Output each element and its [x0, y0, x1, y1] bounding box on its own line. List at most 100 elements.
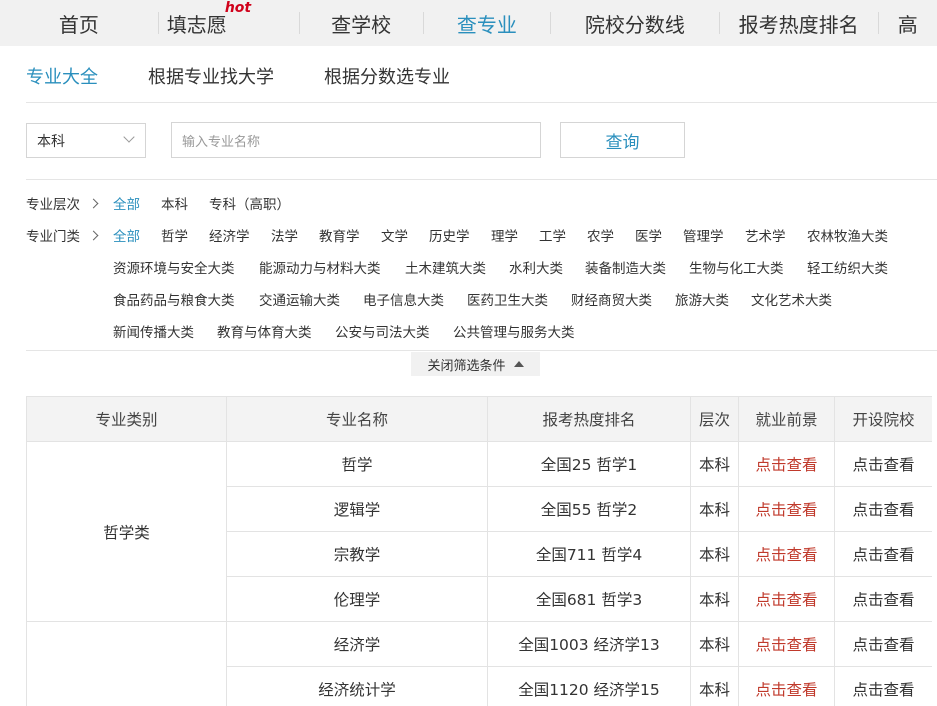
- col-header-employment-prospect: 就业前景: [738, 396, 835, 442]
- filter-category-option[interactable]: 教育与体育大类: [217, 321, 312, 341]
- major-name-cell[interactable]: 哲学: [226, 441, 488, 487]
- divider: [26, 102, 937, 103]
- filter-category-option[interactable]: 艺术学: [745, 225, 786, 245]
- filter-category-option[interactable]: 文化艺术大类: [751, 289, 832, 309]
- filter-level-label: 专业层次: [26, 193, 116, 213]
- filter-label-text: 专业门类: [26, 229, 80, 245]
- tab-select-major-by-score[interactable]: 根据分数选专业: [324, 58, 450, 102]
- nav-item-home[interactable]: 首页: [0, 0, 158, 46]
- tab-find-university-by-major[interactable]: 根据专业找大学: [148, 58, 274, 102]
- query-button[interactable]: 查询: [560, 122, 685, 158]
- filter-category-option[interactable]: 财经商贸大类: [571, 289, 652, 309]
- filter-category-option[interactable]: 哲学: [161, 225, 188, 245]
- col-header-category: 专业类别: [26, 396, 227, 442]
- prospect-link[interactable]: 点击查看: [738, 531, 835, 577]
- chevron-down-icon: [123, 131, 135, 143]
- filter-category-option[interactable]: 文学: [381, 225, 408, 245]
- collapse-filters-button[interactable]: 关闭筛选条件: [411, 352, 540, 376]
- majors-table-wrap: 专业类别 专业名称 报考热度排名 层次 就业前景 开设院校 哲学类 哲学 全国2…: [26, 396, 932, 706]
- prospect-link[interactable]: 点击查看: [738, 441, 835, 487]
- nav-label: 首页: [58, 12, 99, 37]
- schools-link[interactable]: 点击查看: [834, 621, 932, 667]
- level-cell: 本科: [690, 666, 739, 706]
- nav-item-score-lines[interactable]: 院校分数线: [551, 0, 719, 46]
- col-header-level: 层次: [690, 396, 739, 442]
- filter-category-option[interactable]: 理学: [491, 225, 518, 245]
- filter-category-option[interactable]: 公共管理与服务大类: [453, 321, 575, 341]
- major-name-cell[interactable]: 宗教学: [226, 531, 488, 577]
- rank-cell: 全国1120 经济学15: [487, 666, 691, 706]
- nav-label: 院校分数线: [584, 12, 685, 37]
- filter-category-option[interactable]: 食品药品与粮食大类: [113, 289, 235, 309]
- major-name-cell[interactable]: 逻辑学: [226, 486, 488, 532]
- filter-category-option[interactable]: 管理学: [683, 225, 724, 245]
- nav-label: 查专业: [456, 12, 517, 37]
- schools-link[interactable]: 点击查看: [834, 441, 932, 487]
- filter-category-option[interactable]: 资源环境与安全大类: [113, 257, 235, 277]
- filter-category-option[interactable]: 能源动力与材料大类: [259, 257, 381, 277]
- majors-table: 专业类别 专业名称 报考热度排名 层次 就业前景 开设院校 哲学类 哲学 全国2…: [26, 396, 932, 706]
- filter-category-option[interactable]: 土木建筑大类: [405, 257, 486, 277]
- nav-item-schools[interactable]: 查学校: [300, 0, 423, 46]
- sub-tabs: 专业大全 根据专业找大学 根据分数选专业: [26, 58, 500, 102]
- major-name-cell[interactable]: 伦理学: [226, 576, 488, 622]
- rank-cell: 全国681 哲学3: [487, 576, 691, 622]
- table-header-row: 专业类别 专业名称 报考热度排名 层次 就业前景 开设院校: [26, 396, 932, 442]
- prospect-link[interactable]: 点击查看: [738, 576, 835, 622]
- nav-item-majors[interactable]: 查专业: [424, 0, 551, 46]
- hot-badge: hot: [224, 0, 252, 16]
- prospect-link[interactable]: 点击查看: [738, 486, 835, 532]
- nav-label: 填志愿: [166, 12, 227, 37]
- filter-category-option[interactable]: 装备制造大类: [585, 257, 666, 277]
- schools-link[interactable]: 点击查看: [834, 486, 932, 532]
- nav-item-fill-application[interactable]: 填志愿 hot: [159, 0, 251, 46]
- filter-level-row: 专业层次 全部 本科 专科（高职）: [26, 193, 937, 213]
- schools-link[interactable]: 点击查看: [834, 576, 932, 622]
- filter-category-option[interactable]: 农学: [587, 225, 614, 245]
- filter-category-option[interactable]: 交通运输大类: [259, 289, 340, 309]
- level-select[interactable]: 本科: [26, 123, 146, 158]
- filter-category-option[interactable]: 公安与司法大类: [335, 321, 430, 341]
- search-placeholder: 输入专业名称: [182, 134, 261, 150]
- level-select-value: 本科: [37, 133, 65, 150]
- divider: [26, 350, 937, 351]
- table-row: 哲学类 哲学 全国25 哲学1 本科 点击查看 点击查看: [26, 441, 932, 622]
- rank-cell: 全国711 哲学4: [487, 531, 691, 577]
- filter-category-option[interactable]: 新闻传播大类: [113, 321, 194, 341]
- filter-category-option[interactable]: 教育学: [319, 225, 360, 245]
- nav-label: 报考热度排名: [738, 12, 859, 37]
- major-search-input[interactable]: 输入专业名称: [171, 122, 541, 158]
- filter-category-option[interactable]: 医药卫生大类: [467, 289, 548, 309]
- schools-link[interactable]: 点击查看: [834, 666, 932, 706]
- tab-all-majors[interactable]: 专业大全: [26, 58, 98, 102]
- filter-category-option[interactable]: 生物与化工大类: [689, 257, 784, 277]
- filter-category-option[interactable]: 轻工纺织大类: [807, 257, 888, 277]
- major-name-cell[interactable]: 经济学: [226, 621, 488, 667]
- rank-cell: 全国55 哲学2: [487, 486, 691, 532]
- filter-category-option[interactable]: 农林牧渔大类: [807, 225, 888, 245]
- schools-link[interactable]: 点击查看: [834, 531, 932, 577]
- filter-category-option[interactable]: 医学: [635, 225, 662, 245]
- filter-level-option-vocational[interactable]: 专科（高职）: [209, 193, 290, 213]
- filter-category-option[interactable]: 历史学: [429, 225, 470, 245]
- nav-item-popularity-rank[interactable]: 报考热度排名: [720, 0, 878, 46]
- filter-level-option-all[interactable]: 全部: [113, 193, 140, 213]
- filter-category-option[interactable]: 经济学: [209, 225, 250, 245]
- filter-category-option[interactable]: 法学: [271, 225, 298, 245]
- filter-level-option-undergrad[interactable]: 本科: [161, 193, 188, 213]
- nav-item-more[interactable]: 高: [879, 0, 937, 46]
- rank-cell: 全国25 哲学1: [487, 441, 691, 487]
- filter-category-option[interactable]: 水利大类: [509, 257, 563, 277]
- collapse-filters-label: 关闭筛选条件: [427, 358, 506, 374]
- prospect-link[interactable]: 点击查看: [738, 666, 835, 706]
- filter-category-option[interactable]: 电子信息大类: [363, 289, 444, 309]
- filter-category-label: 专业门类: [26, 225, 116, 245]
- filter-category-option[interactable]: 全部: [113, 225, 140, 245]
- level-cell: 本科: [690, 576, 739, 622]
- filter-category-option[interactable]: 工学: [539, 225, 566, 245]
- chevron-right-icon: [88, 198, 99, 208]
- col-header-major-name: 专业名称: [226, 396, 488, 442]
- prospect-link[interactable]: 点击查看: [738, 621, 835, 667]
- major-name-cell[interactable]: 经济统计学: [226, 666, 488, 706]
- filter-category-option[interactable]: 旅游大类: [675, 289, 729, 309]
